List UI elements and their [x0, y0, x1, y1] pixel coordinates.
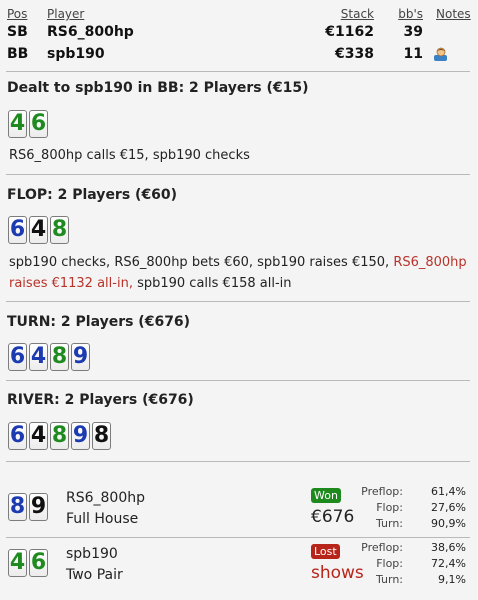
playing-card: 6 — [29, 110, 48, 138]
sb-stack: €1162 — [325, 24, 374, 40]
bb-stack: €338 — [335, 46, 374, 62]
col-stack-header[interactable]: Stack — [330, 7, 374, 21]
preflop-actions: RS6_800hp calls €15, spb190 checks — [9, 148, 250, 163]
stat-label: Preflop: — [361, 541, 403, 554]
playing-card: 9 — [71, 343, 90, 371]
players-header: Pos Player Stack bb's Notes SB RS6_800hp… — [0, 0, 478, 70]
divider — [6, 71, 470, 72]
flop-actions-text: spb190 checks, RS6_800hp bets €60, spb19… — [9, 255, 394, 270]
col-bbs-header[interactable]: bb's — [392, 7, 423, 21]
stat-value: 38,6% — [431, 541, 466, 554]
stat-label: Preflop: — [361, 485, 403, 498]
shows-label: shows — [311, 563, 364, 583]
playing-card: 4 — [8, 549, 27, 577]
preflop-title: Dealt to spb190 in BB: 2 Players (€15) — [7, 80, 309, 96]
loser-cards: 46 — [8, 549, 48, 577]
playing-card: 4 — [29, 216, 48, 244]
playing-card: 6 — [8, 343, 27, 371]
playing-card: 9 — [29, 493, 48, 521]
playing-card: 8 — [92, 422, 111, 450]
divider — [6, 537, 470, 538]
stat-label: Turn: — [375, 517, 403, 530]
river-cards: 64898 — [8, 422, 111, 450]
lost-badge: Lost — [311, 544, 340, 559]
bb-player[interactable]: spb190 — [47, 46, 105, 62]
divider — [6, 301, 470, 302]
hole-cards: 46 — [8, 110, 48, 138]
stat-value: 61,4% — [431, 485, 466, 498]
stat-label: Turn: — [375, 573, 403, 586]
bb-pos: BB — [7, 46, 29, 62]
playing-card: 4 — [29, 343, 48, 371]
river-title: RIVER: 2 Players (€676) — [7, 392, 194, 408]
sb-pos: SB — [7, 24, 28, 40]
divider — [6, 380, 470, 381]
turn-cards: 6489 — [8, 343, 90, 371]
stat-label: Flop: — [376, 501, 403, 514]
playing-card: 6 — [8, 422, 27, 450]
flop-actions-highlight-player: RS6_800hp — [393, 255, 467, 270]
winner-cards: 89 — [8, 493, 48, 521]
flop-cards: 648 — [8, 216, 69, 244]
flop-actions: spb190 checks, RS6_800hp bets €60, spb19… — [9, 252, 469, 294]
stat-value: 72,4% — [431, 557, 466, 570]
playing-card: 6 — [29, 549, 48, 577]
playing-card: 9 — [71, 422, 90, 450]
playing-card: 8 — [50, 216, 69, 244]
loser-hand: Two Pair — [66, 567, 123, 583]
sb-player[interactable]: RS6_800hp — [47, 24, 134, 40]
divider — [6, 461, 470, 462]
playing-card: 8 — [8, 493, 27, 521]
winner-name[interactable]: RS6_800hp — [66, 490, 145, 506]
col-notes-header[interactable]: Notes — [436, 7, 471, 21]
sb-bbs: 39 — [403, 24, 423, 40]
playing-card: 6 — [8, 216, 27, 244]
won-badge: Won — [311, 488, 341, 503]
loser-equity-stats: Preflop: 38,6% Flop: 72,4% Turn: 9,1% — [361, 541, 466, 591]
playing-card: 4 — [29, 422, 48, 450]
col-pos-header[interactable]: Pos — [7, 7, 27, 21]
bb-bbs: 11 — [403, 46, 423, 62]
col-player-header[interactable]: Player — [47, 7, 84, 21]
loser-name[interactable]: spb190 — [66, 546, 118, 562]
flop-actions-highlight: raises €1132 all-in, — [9, 276, 133, 291]
winner-hand: Full House — [66, 511, 139, 527]
stat-value: 90,9% — [431, 517, 466, 530]
divider — [6, 174, 470, 175]
flop-actions-text-end: spb190 calls €158 all-in — [132, 276, 292, 291]
winner-equity-stats: Preflop: 61,4% Flop: 27,6% Turn: 90,9% — [361, 485, 466, 535]
playing-card: 8 — [50, 343, 69, 371]
stat-value: 9,1% — [438, 573, 466, 586]
flop-title: FLOP: 2 Players (€60) — [7, 187, 178, 203]
turn-title: TURN: 2 Players (€676) — [7, 314, 191, 330]
playing-card: 4 — [8, 110, 27, 138]
stat-label: Flop: — [376, 557, 403, 570]
won-amount: €676 — [311, 507, 355, 527]
stat-value: 27,6% — [431, 501, 466, 514]
playing-card: 8 — [50, 422, 69, 450]
user-notes-icon[interactable] — [433, 46, 449, 62]
